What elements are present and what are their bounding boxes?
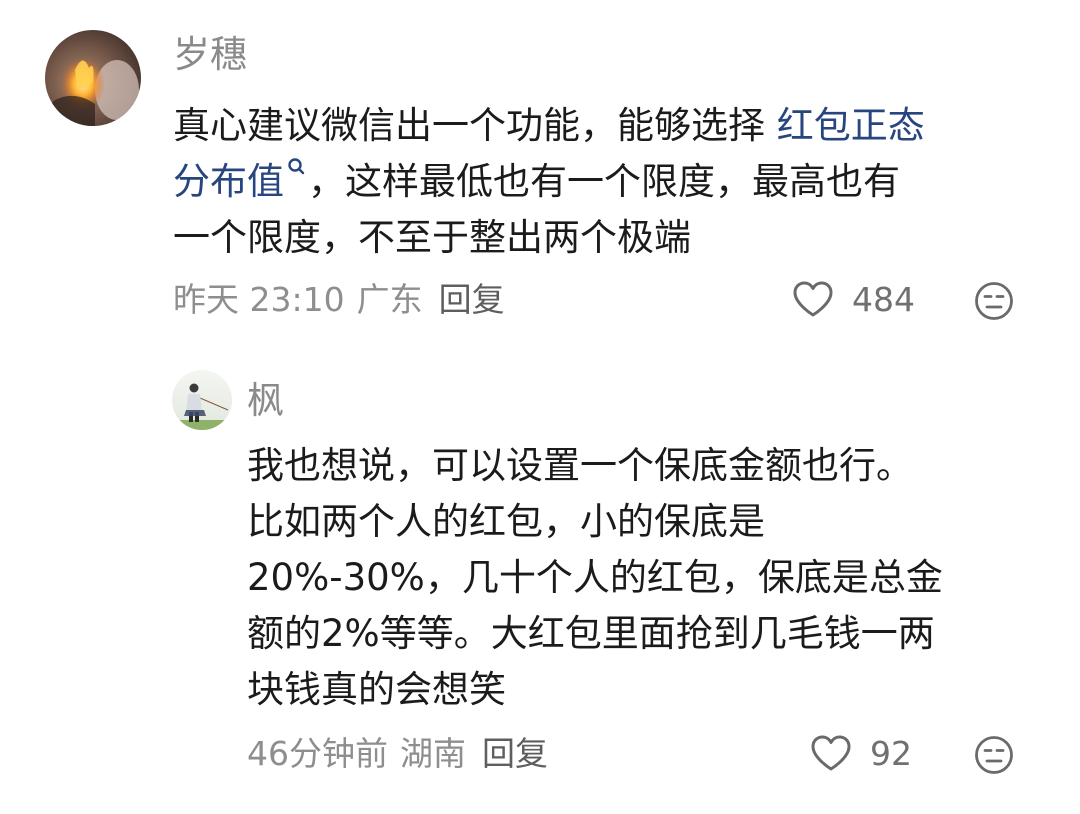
comment-region: 广东 <box>356 280 423 319</box>
reply-button[interactable]: 回复 <box>439 280 505 319</box>
comment-text-line: 分布值 ，这样最低也有一个限度，最高也有 <box>173 154 925 210</box>
search-keyword-link[interactable]: 红包正态 <box>777 104 925 147</box>
like-button[interactable]: 484 <box>792 280 915 318</box>
comment-text-line: 20%-30%，几十个人的红包，保底是总金 <box>247 556 943 599</box>
comment-text-line: 一个限度，不至于整出两个极端 <box>173 216 691 259</box>
search-icon[interactable] <box>284 156 308 186</box>
dislike-button[interactable] <box>974 735 1014 775</box>
fishing-person-avatar-image <box>172 370 232 430</box>
comment-meta: 46分钟前 湖南 回复 <box>247 737 548 770</box>
comment-region: 湖南 <box>400 734 466 773</box>
like-count: 484 <box>852 279 915 319</box>
meh-face-icon <box>975 736 1013 774</box>
like-count: 92 <box>870 733 912 773</box>
dislike-button[interactable] <box>974 281 1014 321</box>
meh-face-icon <box>975 282 1013 320</box>
comment-username[interactable]: 枫 <box>247 382 284 419</box>
comment-text-segment: ，这样最低也有一个限度，最高也有 <box>308 160 900 203</box>
comment-text-line: 我也想说，可以设置一个保底金额也行。 <box>247 444 913 487</box>
comment-time: 46分钟前 <box>247 734 388 773</box>
user-avatar[interactable] <box>45 30 141 126</box>
comment-text: 我也想说，可以设置一个保底金额也行。 比如两个人的红包，小的保底是 20%-30… <box>247 438 943 718</box>
search-keyword-link[interactable]: 分布值 <box>173 160 284 203</box>
user-avatar[interactable] <box>172 370 232 430</box>
heart-outline-icon <box>793 281 833 317</box>
comment-text-line: 比如两个人的红包，小的保底是 <box>247 500 765 543</box>
comment-text-segment: 真心建议微信出一个功能，能够选择 <box>173 104 777 147</box>
comment-text-line: 块钱真的会想笑 <box>247 668 506 711</box>
comment-text: 真心建议微信出一个功能，能够选择 红包正态 分布值 ，这样最低也有一个限度，最高… <box>173 98 925 266</box>
comment-text-line: 真心建议微信出一个功能，能够选择 红包正态 <box>173 98 925 154</box>
comment-time: 昨天 23:10 <box>173 280 345 319</box>
like-button[interactable]: 92 <box>810 734 912 772</box>
comment-meta: 昨天 23:10 广东 回复 <box>173 283 505 316</box>
comment-username[interactable]: 岁穗 <box>173 36 247 73</box>
comment-text-line: 额的2%等等。大红包里面抢到几毛钱一两 <box>247 612 935 655</box>
reply-button[interactable]: 回复 <box>482 734 548 773</box>
fire-avatar-image <box>45 30 141 126</box>
heart-outline-icon <box>811 735 851 771</box>
